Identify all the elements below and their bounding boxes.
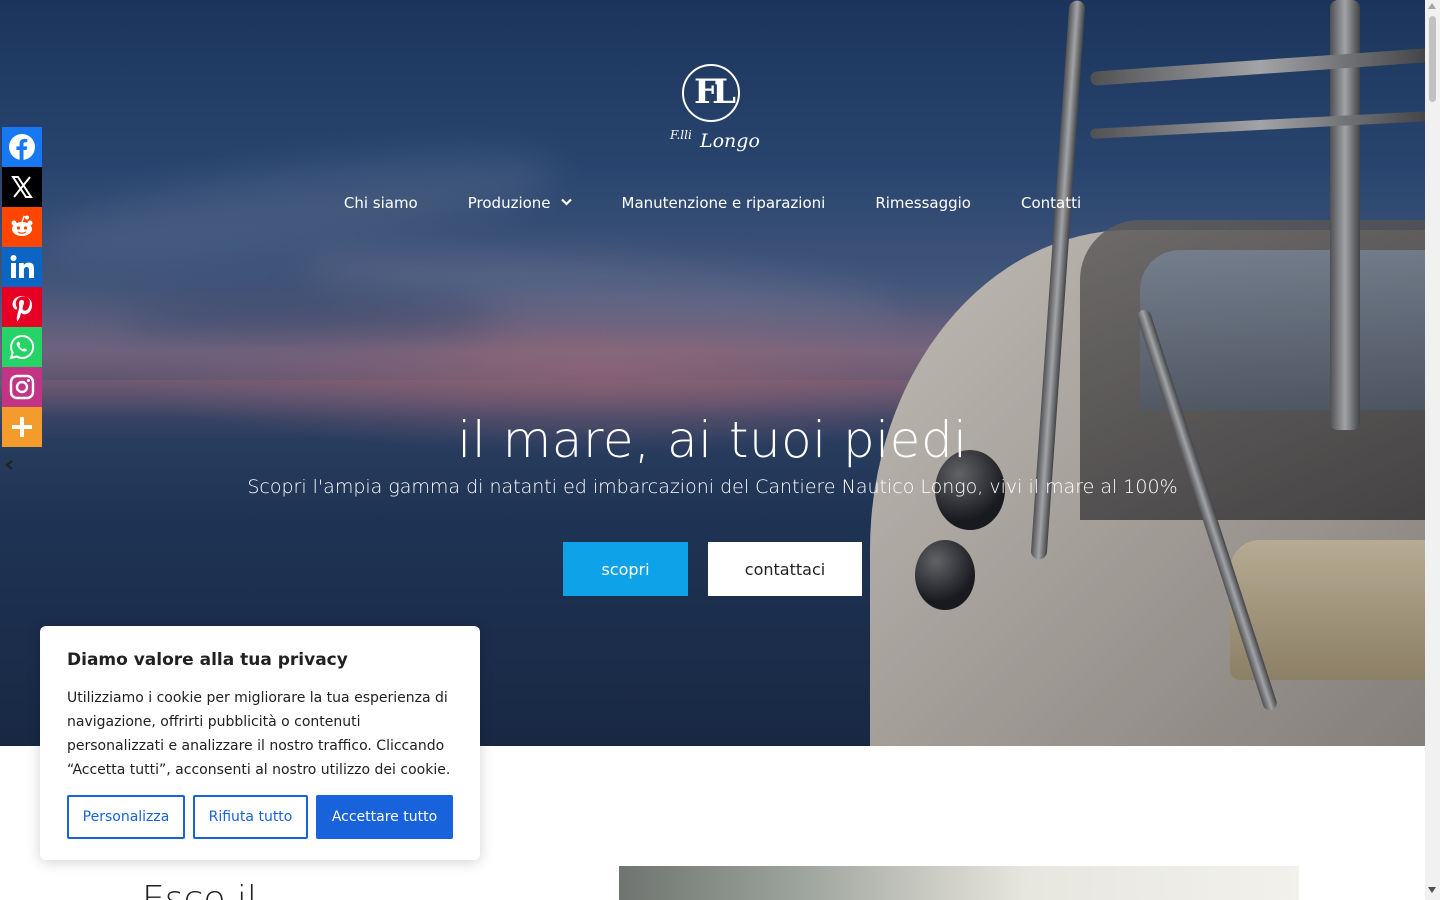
more-share-button[interactable] xyxy=(2,407,42,447)
nav-contatti[interactable]: Contatti xyxy=(1021,190,1081,216)
linkedin-share-button[interactable] xyxy=(2,247,42,287)
chevron-down-icon xyxy=(560,190,572,216)
logo-prefix: F.lli xyxy=(670,128,692,142)
reject-all-button[interactable]: Rifiuta tutto xyxy=(193,795,308,839)
cookie-title: Diamo valore alla tua privacy xyxy=(67,650,348,670)
x-share-button[interactable] xyxy=(2,167,42,207)
reddit-share-button[interactable] xyxy=(2,207,42,247)
nav-chi-siamo[interactable]: Chi siamo xyxy=(344,190,418,216)
whatsapp-icon xyxy=(9,334,35,360)
customize-cookies-button[interactable]: Personalizza xyxy=(67,795,185,839)
cookie-consent-banner: Diamo valore alla tua privacy Utilizziam… xyxy=(40,626,480,860)
instagram-share-button[interactable] xyxy=(2,367,42,407)
pinterest-icon xyxy=(12,296,32,321)
site-logo[interactable]: FL F.lli Longo xyxy=(662,62,762,162)
social-share-bar xyxy=(2,127,42,447)
hide-share-bar-icon[interactable] xyxy=(4,460,14,473)
x-icon xyxy=(11,176,33,198)
nav-manutenzione[interactable]: Manutenzione e riparazioni xyxy=(622,190,826,216)
scroll-down-arrow[interactable] xyxy=(1428,887,1436,893)
section-heading: Esce il xyxy=(142,879,257,900)
plus-icon xyxy=(12,417,32,437)
scrollbar-thumb[interactable] xyxy=(1429,16,1436,102)
scroll-up-arrow[interactable] xyxy=(1428,3,1436,9)
facebook-share-button[interactable] xyxy=(2,127,42,167)
contattaci-button[interactable]: contattaci xyxy=(708,542,862,596)
instagram-icon xyxy=(9,374,35,400)
reddit-icon xyxy=(11,215,33,236)
logo-mark: FL xyxy=(693,72,736,112)
nav-produzione[interactable]: Produzione xyxy=(468,190,572,216)
logo-name: Longo xyxy=(700,130,760,152)
main-nav: Chi siamo Produzione Manutenzione e ripa… xyxy=(0,190,1425,216)
cookie-actions: Personalizza Rifiuta tutto Accettare tut… xyxy=(67,795,453,839)
whatsapp-share-button[interactable] xyxy=(2,327,42,367)
page: FL F.lli Longo Chi siamo Produzione Manu… xyxy=(0,0,1425,900)
hero-subtitle: Scopri l'ampia gamma di natanti ed imbar… xyxy=(247,476,1178,498)
linkedin-icon xyxy=(10,255,34,278)
nav-rimessaggio[interactable]: Rimessaggio xyxy=(875,190,971,216)
coast-photo xyxy=(619,866,1299,900)
accept-all-button[interactable]: Accettare tutto xyxy=(316,795,453,839)
facebook-icon xyxy=(9,134,35,160)
scopri-button[interactable]: scopri xyxy=(563,542,688,596)
cookie-text: Utilizziamo i cookie per migliorare la t… xyxy=(67,690,451,778)
pinterest-share-button[interactable] xyxy=(2,287,42,327)
hero-title: il mare, ai tuoi piedi xyxy=(457,411,968,469)
vertical-scrollbar[interactable] xyxy=(1425,0,1440,900)
